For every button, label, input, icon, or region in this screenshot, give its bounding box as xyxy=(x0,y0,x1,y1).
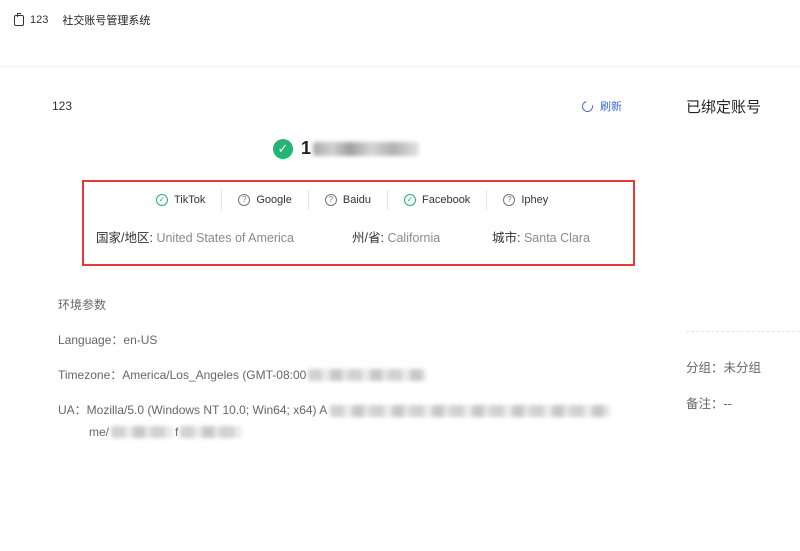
ip-address: 1 xyxy=(301,138,312,158)
ip-address-row: ✓ 1 xyxy=(273,138,420,159)
refresh-icon xyxy=(579,98,596,114)
state-label: 州/省: xyxy=(352,231,384,245)
location-country: 国家/地区: United States of America xyxy=(96,227,294,246)
platform-iphey[interactable]: ? Iphey xyxy=(486,190,564,210)
check-circle-icon: ✓ xyxy=(273,138,293,159)
redacted-ua-2 xyxy=(111,426,174,438)
platform-google[interactable]: ? Google xyxy=(221,190,307,210)
side-note: 备注：-- xyxy=(686,393,732,412)
refresh-button[interactable]: 刷新 xyxy=(579,98,622,114)
tab-id[interactable]: 123 xyxy=(30,14,48,26)
top-bar: 123 社交账号管理系统 xyxy=(0,0,800,40)
platform-label: TikTok xyxy=(174,194,206,206)
country-label: 国家/地区: xyxy=(96,231,153,245)
location-state: 州/省: California xyxy=(352,227,440,246)
note-value: -- xyxy=(723,397,732,411)
ua-label: UA： xyxy=(58,403,87,417)
platform-checks: ✓ TikTok ? Google ? Baidu ✓ Facebook ? I… xyxy=(150,190,564,210)
group-value: 未分组 xyxy=(723,361,762,375)
env-params-title: 环境参数 xyxy=(58,298,107,312)
window-icon xyxy=(14,12,24,26)
redacted-timezone xyxy=(308,368,427,381)
timezone-label: Timezone： xyxy=(58,368,123,382)
param-ua-continued: me/f xyxy=(89,425,243,439)
redacted-ua xyxy=(330,404,611,417)
note-label: 备注： xyxy=(686,397,724,411)
redacted-ua-3 xyxy=(180,426,243,438)
param-language: Language：en-US xyxy=(58,331,157,348)
country-value: United States of America xyxy=(156,231,295,245)
platform-baidu[interactable]: ? Baidu xyxy=(307,190,387,210)
side-divider xyxy=(686,331,800,332)
timezone-value: America/Los_Angeles (GMT-08:00 xyxy=(122,367,307,382)
header-divider xyxy=(0,66,800,67)
platform-facebook[interactable]: ✓ Facebook xyxy=(387,190,486,210)
ua-cont-a: me/ xyxy=(89,425,110,439)
city-label: 城市: xyxy=(492,231,521,245)
platform-label: Google xyxy=(256,194,292,206)
param-timezone: Timezone： America/Los_Angeles (GMT-08:00 xyxy=(58,366,427,383)
side-group: 分组：未分组 xyxy=(686,357,761,376)
check-icon: ✓ xyxy=(404,194,416,206)
profile-name: 123 xyxy=(52,99,73,113)
state-value: California xyxy=(387,231,441,245)
app-title: 社交账号管理系统 xyxy=(62,15,151,27)
question-icon: ? xyxy=(238,194,251,206)
redacted-ip xyxy=(313,141,420,156)
platform-tiktok[interactable]: ✓ TikTok xyxy=(150,190,221,210)
question-icon: ? xyxy=(503,194,516,206)
ua-value: Mozilla/5.0 (Windows NT 10.0; Win64; x64… xyxy=(86,403,328,417)
check-icon: ✓ xyxy=(156,194,168,206)
platform-label: Iphey xyxy=(521,194,549,206)
language-value: en-US xyxy=(123,333,158,347)
group-label: 分组： xyxy=(686,361,724,375)
bound-accounts-title: 已绑定账号 xyxy=(686,99,762,116)
location-city: 城市: Santa Clara xyxy=(492,227,590,246)
param-ua: UA：Mozilla/5.0 (Windows NT 10.0; Win64; … xyxy=(58,401,611,418)
question-icon: ? xyxy=(324,194,337,206)
platform-label: Facebook xyxy=(422,194,471,206)
city-value: Santa Clara xyxy=(523,231,590,245)
language-label: Language： xyxy=(58,333,124,347)
platform-label: Baidu xyxy=(342,194,371,206)
ua-cont-b: f xyxy=(175,425,179,439)
refresh-label: 刷新 xyxy=(600,101,622,113)
